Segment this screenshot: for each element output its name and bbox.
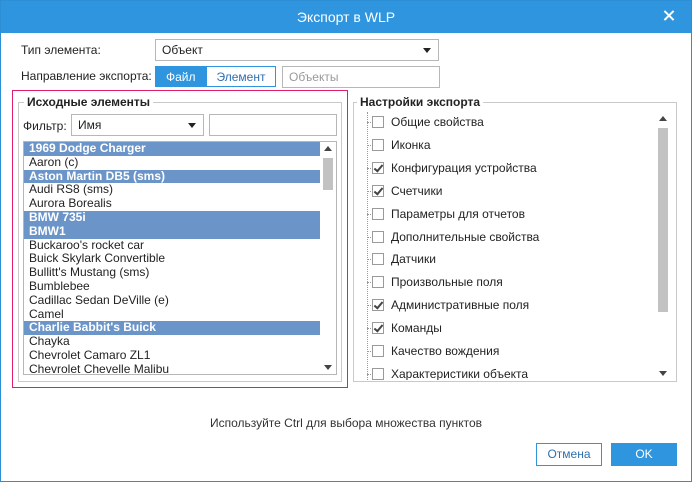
element-type-select[interactable]: Объект xyxy=(155,39,439,61)
export-direction-label: Направление экспорта: xyxy=(21,69,152,83)
settings-tree: Общие свойства Иконка Конфигурация устройс… xyxy=(363,112,671,380)
settings-option-label: Административные поля xyxy=(391,298,530,313)
settings-option[interactable]: Конфигурация устройства xyxy=(363,158,653,178)
list-item[interactable]: Camel xyxy=(24,307,320,322)
list-item[interactable]: Aston Martin DB5 (sms) xyxy=(24,169,320,184)
settings-option-label: Общие свойства xyxy=(391,115,484,129)
list-item[interactable]: Chevrolet Camaro ZL1 xyxy=(24,348,320,363)
list-item[interactable]: Aaron (c) xyxy=(24,155,320,170)
dialog-titlebar: Экспорт в WLP xyxy=(1,1,691,33)
dialog-title: Экспорт в WLP xyxy=(296,9,396,25)
settings-option-label: Качество вождения xyxy=(391,344,500,358)
cancel-button[interactable]: Отмена xyxy=(536,443,602,466)
scroll-down-icon[interactable] xyxy=(324,365,332,370)
export-dialog: Экспорт в WLP Тип элемента: Объект Напра… xyxy=(0,0,692,482)
ok-button[interactable]: OK xyxy=(611,443,677,466)
element-type-label: Тип элемента: xyxy=(21,43,101,57)
checkbox[interactable] xyxy=(372,161,384,174)
checkbox[interactable] xyxy=(372,345,384,357)
filter-text-input[interactable] xyxy=(209,114,337,136)
list-item[interactable]: Chayka xyxy=(24,334,320,349)
checkbox[interactable] xyxy=(372,184,384,197)
list-item[interactable]: Chevrolet Chevelle Malibu xyxy=(24,362,320,374)
list-scrollbar[interactable] xyxy=(320,142,336,374)
settings-option[interactable]: Качество вождения xyxy=(363,341,653,361)
checkbox[interactable] xyxy=(372,230,384,243)
filter-field-select[interactable]: Имя xyxy=(71,114,204,136)
list-item[interactable]: BMW 735i xyxy=(24,210,320,225)
filter-field-value: Имя xyxy=(78,118,102,132)
settings-option-label: Характеристики объекта xyxy=(391,366,529,380)
settings-option[interactable]: Административные поля xyxy=(363,295,653,315)
multi-select-hint: Используйте Ctrl для выбора множества пу… xyxy=(209,416,483,430)
list-item[interactable]: Charlie Babbit's Buick xyxy=(24,321,320,336)
scroll-thumb[interactable] xyxy=(658,128,668,312)
list-item[interactable]: Cadillac Sedan DeVille (e) xyxy=(24,293,320,308)
scroll-up-icon[interactable] xyxy=(324,146,332,151)
list-item[interactable]: Aurora Borealis xyxy=(24,196,320,211)
settings-option[interactable]: Иконка xyxy=(363,135,653,155)
direction-file-button[interactable]: Файл xyxy=(155,66,207,87)
settings-option[interactable]: Дополнительные свойства xyxy=(363,227,653,247)
settings-option-label: Команды xyxy=(391,321,442,336)
settings-option-label: Произвольные поля xyxy=(391,275,503,290)
direction-element-button[interactable]: Элемент xyxy=(206,66,277,87)
settings-option[interactable]: Параметры для отчетов xyxy=(363,204,653,224)
checkbox[interactable] xyxy=(372,253,384,266)
element-type-value: Объект xyxy=(162,43,203,57)
settings-option[interactable]: Характеристики объекта xyxy=(363,364,653,380)
checkbox[interactable] xyxy=(372,276,384,289)
settings-option[interactable]: Счетчики xyxy=(363,181,653,201)
list-item[interactable]: Buick Skylark Convertible xyxy=(24,252,320,266)
settings-option-label: Дополнительные свойства xyxy=(391,229,540,244)
scroll-down-icon[interactable] xyxy=(659,371,667,376)
settings-option[interactable]: Произвольные поля xyxy=(363,272,653,292)
settings-group-title: Настройки экспорта xyxy=(357,95,484,109)
filter-label: Фильтр: xyxy=(23,119,67,133)
scroll-up-icon[interactable] xyxy=(659,116,667,121)
source-group-title: Исходные элементы xyxy=(24,95,154,109)
list-item[interactable]: Buckaroo's rocket car xyxy=(24,238,320,253)
list-item[interactable]: BMW1 xyxy=(24,224,320,239)
chevron-down-icon xyxy=(188,123,196,128)
settings-option-label: Конфигурация устройства xyxy=(391,160,537,175)
checkbox[interactable] xyxy=(372,367,384,380)
list-item[interactable]: 1969 Dodge Charger xyxy=(24,142,320,156)
close-icon[interactable] xyxy=(661,8,677,24)
settings-option[interactable]: Общие свойства xyxy=(363,112,653,132)
checkbox[interactable] xyxy=(372,116,384,128)
list-item[interactable]: Bullitt's Mustang (sms) xyxy=(24,265,320,280)
checkbox[interactable] xyxy=(372,207,384,220)
chevron-down-icon xyxy=(423,48,431,53)
settings-option[interactable]: Команды xyxy=(363,318,653,338)
settings-option-label: Иконка xyxy=(391,137,431,152)
settings-option-label: Счетчики xyxy=(391,183,443,198)
source-items-list[interactable]: 1969 Dodge Charger Aaron (c) Aston Martin … xyxy=(23,141,337,375)
target-objects-input[interactable]: Объекты xyxy=(282,66,440,88)
settings-option-label: Датчики xyxy=(391,252,436,267)
settings-option[interactable]: Датчики xyxy=(363,249,653,269)
scroll-thumb[interactable] xyxy=(323,158,333,190)
settings-option-label: Параметры для отчетов xyxy=(391,206,525,221)
source-items: 1969 Dodge Charger Aaron (c) Aston Martin … xyxy=(24,142,320,374)
checkbox[interactable] xyxy=(372,138,384,151)
settings-scrollbar[interactable] xyxy=(655,112,671,380)
checkbox[interactable] xyxy=(372,299,384,312)
checkbox[interactable] xyxy=(372,322,384,335)
export-direction-toggle: Файл Элемент xyxy=(155,66,277,87)
list-item[interactable]: Bumblebee xyxy=(24,279,320,294)
list-item[interactable]: Audi RS8 (sms) xyxy=(24,183,320,197)
